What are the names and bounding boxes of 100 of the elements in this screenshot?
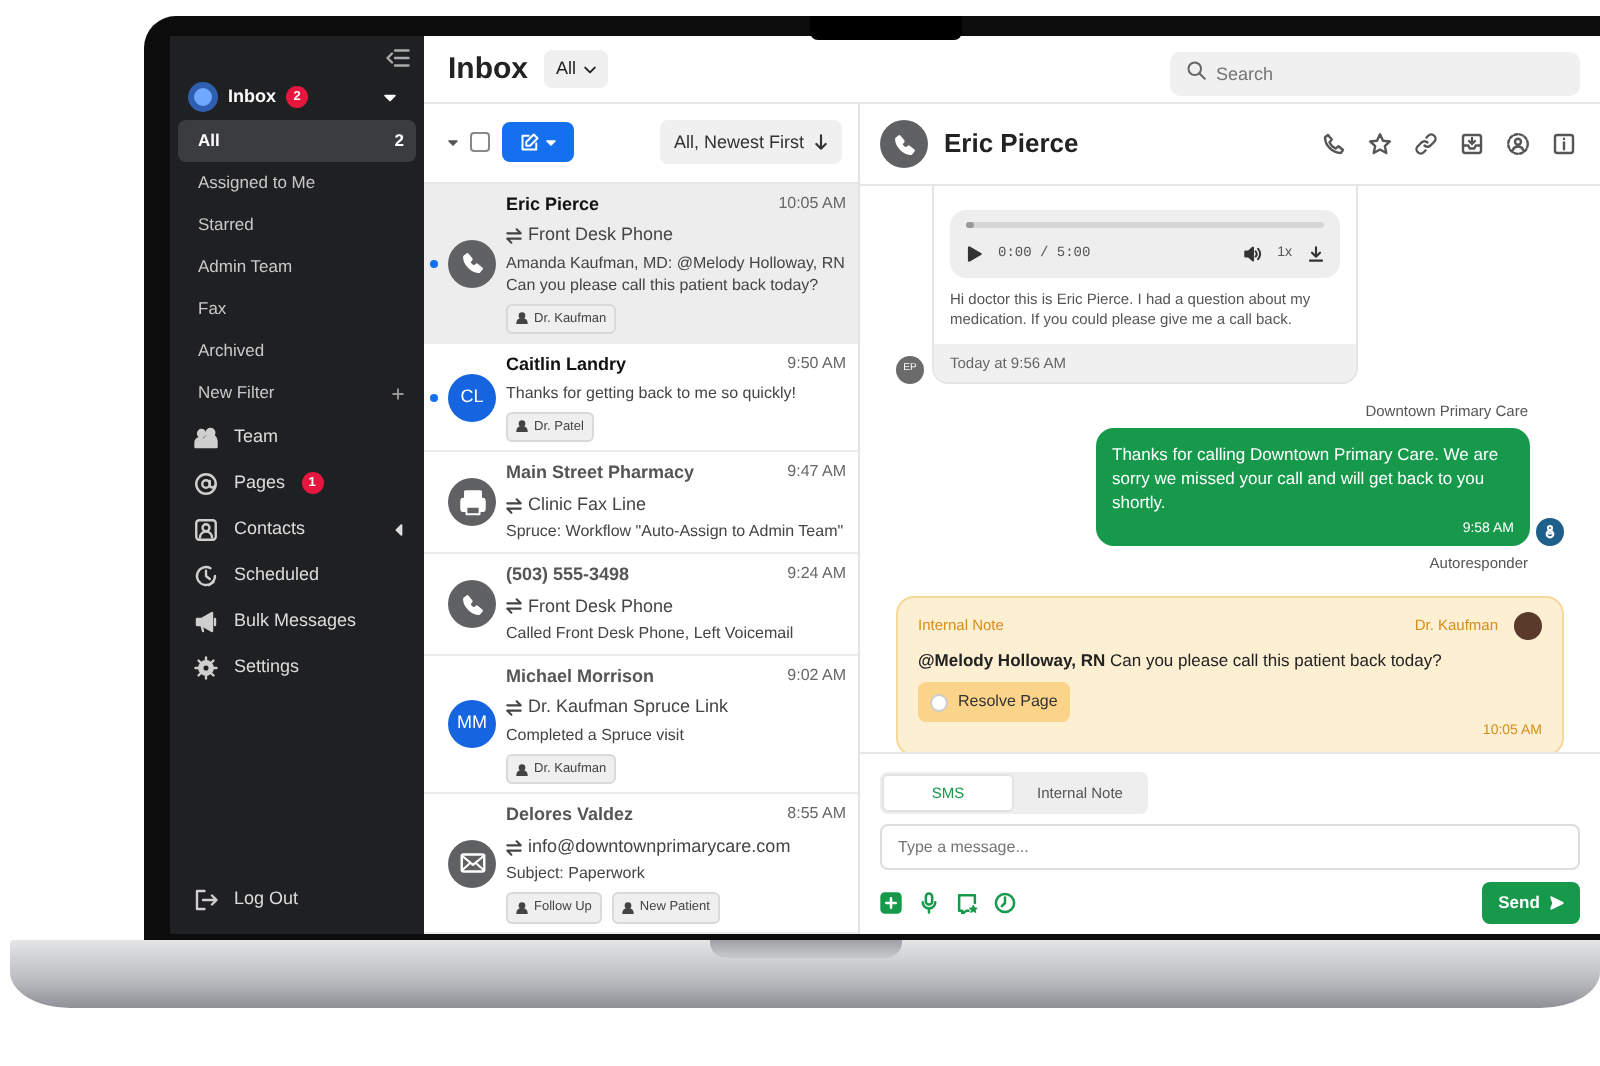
caret-icon	[546, 139, 556, 146]
contact-name: Delores Valdez	[506, 802, 634, 829]
swap-arrows-icon	[506, 700, 522, 717]
timestamp: 9:47 AM	[787, 460, 846, 485]
inbox-avatar-icon	[188, 82, 218, 112]
nav-item[interactable]: Team	[234, 423, 279, 451]
message-preview: Thanks for getting back to me so quickly!	[506, 383, 798, 406]
person-icon	[621, 902, 634, 915]
nav-item[interactable]: Bulk Messages	[234, 607, 357, 635]
people-icon	[194, 425, 218, 449]
nav-item[interactable]: Scheduled	[234, 561, 320, 589]
log-out-link[interactable]: Log Out	[234, 885, 299, 913]
message-preview: Amanda Kaufman, MD: @Melody Holloway, RN Can you please call this patient back today?	[506, 253, 846, 298]
settings-icon	[194, 655, 218, 679]
filter-item[interactable]: Starred	[178, 204, 416, 246]
message-text: Thanks for calling Downtown Primary Care. We are sorry we missed your call and will get back to you shortly.	[1112, 444, 1501, 516]
filter-item[interactable]: Fax	[178, 288, 416, 330]
filter-item[interactable]: Assigned to Me	[178, 162, 416, 204]
conversation-row[interactable]: Main Street Pharmacy 9:47 AM Clinic Fax Line Spruce: Workflow "Auto-Assign to Admin Team"	[424, 452, 858, 555]
bot-icon	[1542, 524, 1558, 541]
timestamp: 10:05 AM	[778, 191, 846, 216]
inbox-tray-icon[interactable]	[1460, 132, 1484, 156]
arrow-down-icon	[814, 134, 828, 151]
clock-icon[interactable]	[994, 892, 1016, 914]
compose-button[interactable]	[502, 122, 574, 163]
info-icon[interactable]	[1552, 132, 1576, 156]
swap-arrows-icon	[506, 839, 522, 856]
swap-arrows-icon	[506, 497, 522, 514]
caret-icon[interactable]	[448, 139, 458, 146]
phone-icon[interactable]	[1322, 132, 1346, 156]
download-icon[interactable]	[1308, 246, 1324, 263]
nav-item[interactable]: Pages	[234, 469, 286, 497]
search-field[interactable]: Search	[1170, 51, 1580, 95]
microphone-icon[interactable]	[918, 892, 940, 914]
timestamp: 9:02 AM	[787, 663, 846, 688]
filter-count: 2	[394, 128, 404, 154]
star-icon[interactable]	[1368, 132, 1392, 156]
inbox-label[interactable]: Inbox	[228, 83, 276, 111]
sort-button[interactable]: All, Newest First	[659, 120, 842, 165]
contact-name: Main Street Pharmacy	[506, 460, 695, 487]
filter-dropdown[interactable]: All	[544, 49, 609, 89]
phone-icon	[889, 129, 919, 159]
channel-name: Clinic Fax Line	[528, 491, 647, 518]
log-out-icon	[194, 887, 218, 911]
swap-arrows-icon	[506, 228, 522, 245]
channel-name: Dr. Kaufman Spruce Link	[528, 694, 729, 721]
message-preview: Subject: Paperwork	[506, 864, 647, 887]
contact-name: Michael Morrison	[506, 663, 655, 690]
select-all-checkbox[interactable]	[470, 132, 490, 153]
channel-name: Front Desk Phone	[528, 593, 674, 620]
timestamp: 8:55 AM	[787, 802, 846, 827]
clock-icon	[194, 563, 218, 587]
message-preview: Completed a Spruce visit	[506, 725, 686, 748]
link-icon[interactable]	[1414, 132, 1438, 156]
filter-item[interactable]: All 2	[178, 120, 416, 162]
phone-icon	[457, 248, 487, 279]
pencil-icon	[520, 132, 540, 153]
initials-avatar: CL	[448, 373, 496, 422]
megaphone-icon	[194, 609, 218, 633]
person-icon	[516, 312, 528, 325]
radio-icon	[930, 693, 948, 712]
contact-name: (503) 555-3498	[506, 562, 630, 589]
person-icon	[516, 420, 528, 433]
channel-name: info@downtownprimarycare.com	[528, 833, 791, 860]
person-icon	[516, 763, 528, 776]
author-avatar	[1514, 611, 1542, 640]
contact-name: Eric Pierce	[944, 128, 1079, 160]
phone-icon	[457, 589, 487, 619]
play-icon[interactable]	[966, 246, 982, 263]
contact-name: Eric Pierce	[506, 191, 600, 218]
filter-item[interactable]: Archived	[178, 330, 416, 372]
swap-arrows-icon	[506, 598, 522, 615]
message-star-icon[interactable]	[956, 892, 978, 914]
page-title: Inbox	[448, 51, 528, 87]
resolve-page-button[interactable]: Resolve Page	[918, 682, 1070, 723]
speaker-icon[interactable]	[1243, 246, 1262, 263]
contact-name: Caitlin Landry	[506, 352, 627, 379]
search-icon	[1186, 59, 1206, 79]
printer-icon	[457, 487, 487, 518]
new-filter-link[interactable]: New Filter	[198, 380, 275, 406]
channel-name: Front Desk Phone	[528, 222, 674, 249]
chevron-down-icon	[584, 65, 597, 73]
send-arrow-icon	[1549, 896, 1564, 910]
message-preview: Called Front Desk Phone, Left Voicemail	[506, 624, 796, 646]
nav-item[interactable]: Settings	[234, 653, 300, 681]
initials-avatar: MM	[448, 700, 496, 749]
nav-item[interactable]: Contacts	[234, 515, 306, 543]
at-sign-icon	[194, 471, 218, 495]
message-input[interactable]: Type a message...	[880, 824, 1580, 870]
contact-card-icon	[194, 517, 218, 541]
filter-item[interactable]: Admin Team	[178, 246, 416, 288]
message-preview: Spruce: Workflow "Auto-Assign to Admin Team"	[506, 522, 846, 545]
person-icon	[516, 902, 528, 915]
plus-icon[interactable]	[392, 387, 404, 399]
collapse-menu-icon[interactable]	[386, 48, 410, 68]
user-circle-icon[interactable]	[1506, 132, 1530, 156]
note-text: @Melody Holloway, RN Can you please call this patient back today?	[918, 647, 1444, 673]
add-icon[interactable]	[880, 892, 902, 914]
send-button[interactable]: Send	[1482, 882, 1580, 924]
conversation-row[interactable]: (503) 555-3498 9:24 AM Front Desk Phone Called Front Desk Phone, Left Voicemail	[424, 554, 858, 656]
